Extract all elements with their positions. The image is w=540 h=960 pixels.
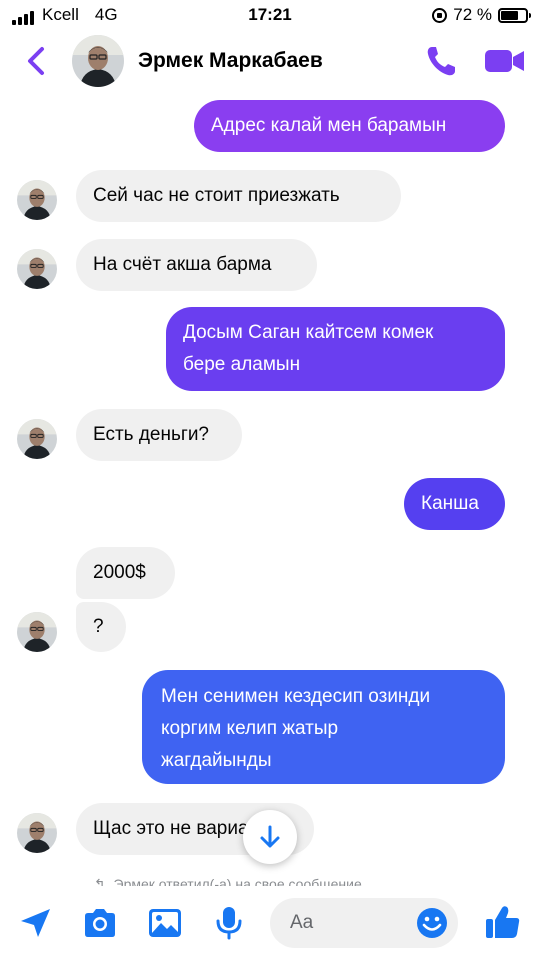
contact-avatar-small[interactable] <box>17 249 57 289</box>
message-bubble-incoming[interactable]: Сей час не стоит приезжать <box>76 170 401 222</box>
message-text: ? <box>93 616 104 637</box>
message-text: 2000$ <box>93 562 146 583</box>
arrow-down-icon <box>260 825 280 848</box>
microphone-icon[interactable] <box>211 906 247 940</box>
back-arrow-icon[interactable] <box>22 44 52 78</box>
contact-avatar-small[interactable] <box>17 612 57 652</box>
thumbs-up-icon[interactable] <box>484 903 522 941</box>
battery-percent: 72 % <box>453 5 492 24</box>
emoji-icon[interactable] <box>416 907 448 939</box>
message-bubble-outgoing[interactable]: Канша <box>404 478 505 530</box>
location-send-icon[interactable] <box>18 906 54 940</box>
contact-avatar-small[interactable] <box>17 180 57 220</box>
message-text: Щас это не вариант <box>93 818 268 839</box>
message-text-line: коргим келип жатыр <box>161 718 339 739</box>
message-bubble-outgoing[interactable]: Досым Саган кайтсем комек бере аламын <box>166 307 505 391</box>
battery-icon <box>498 7 531 23</box>
message-bubble-incoming[interactable]: На счёт акша барма <box>76 239 317 291</box>
camera-icon[interactable] <box>82 906 118 940</box>
message-bubble-incoming[interactable]: 2000$ <box>76 547 175 599</box>
orientation-lock-icon <box>432 7 448 23</box>
composer-bar <box>0 886 540 960</box>
phone-call-icon[interactable] <box>424 44 458 78</box>
video-call-icon[interactable] <box>484 47 526 75</box>
contact-name[interactable]: Эрмек Маркабаев <box>138 49 323 73</box>
gallery-icon[interactable] <box>147 906 183 940</box>
message-text: Адрес калай мен барамын <box>211 115 447 136</box>
message-text-line: бере аламын <box>183 354 301 375</box>
message-text-line: Досым Саган кайтсем комек <box>183 322 434 343</box>
message-bubble-incoming[interactable]: Есть деньги? <box>76 409 242 461</box>
message-text: Сей час не стоит приезжать <box>93 185 340 206</box>
scroll-to-bottom-button[interactable] <box>243 810 297 864</box>
message-bubble-incoming[interactable]: ? <box>76 602 126 652</box>
message-text: На счёт акша барма <box>93 254 272 275</box>
message-text: Есть деньги? <box>93 424 209 445</box>
status-bar: Kcell 4G 17:21 72 % <box>0 0 540 30</box>
message-text: Канша <box>421 493 479 514</box>
status-right: 72 % <box>432 5 531 25</box>
message-text-line: Мен сенимен кездесип озинди <box>161 686 431 707</box>
message-input-pill[interactable] <box>270 898 458 948</box>
message-bubble-outgoing[interactable]: Адрес калай мен барамын <box>194 100 505 152</box>
message-input[interactable] <box>290 908 410 938</box>
battery-level-fill <box>501 10 519 20</box>
contact-avatar-small[interactable] <box>17 419 57 459</box>
contact-avatar-small[interactable] <box>17 813 57 853</box>
contact-avatar[interactable] <box>72 35 124 87</box>
message-bubble-outgoing[interactable]: Мен сенимен кездесип озинди коргим келип… <box>142 670 505 784</box>
message-text-line: жагдайынды <box>161 750 272 771</box>
conversation-header: Эрмек Маркабаев <box>0 30 540 92</box>
